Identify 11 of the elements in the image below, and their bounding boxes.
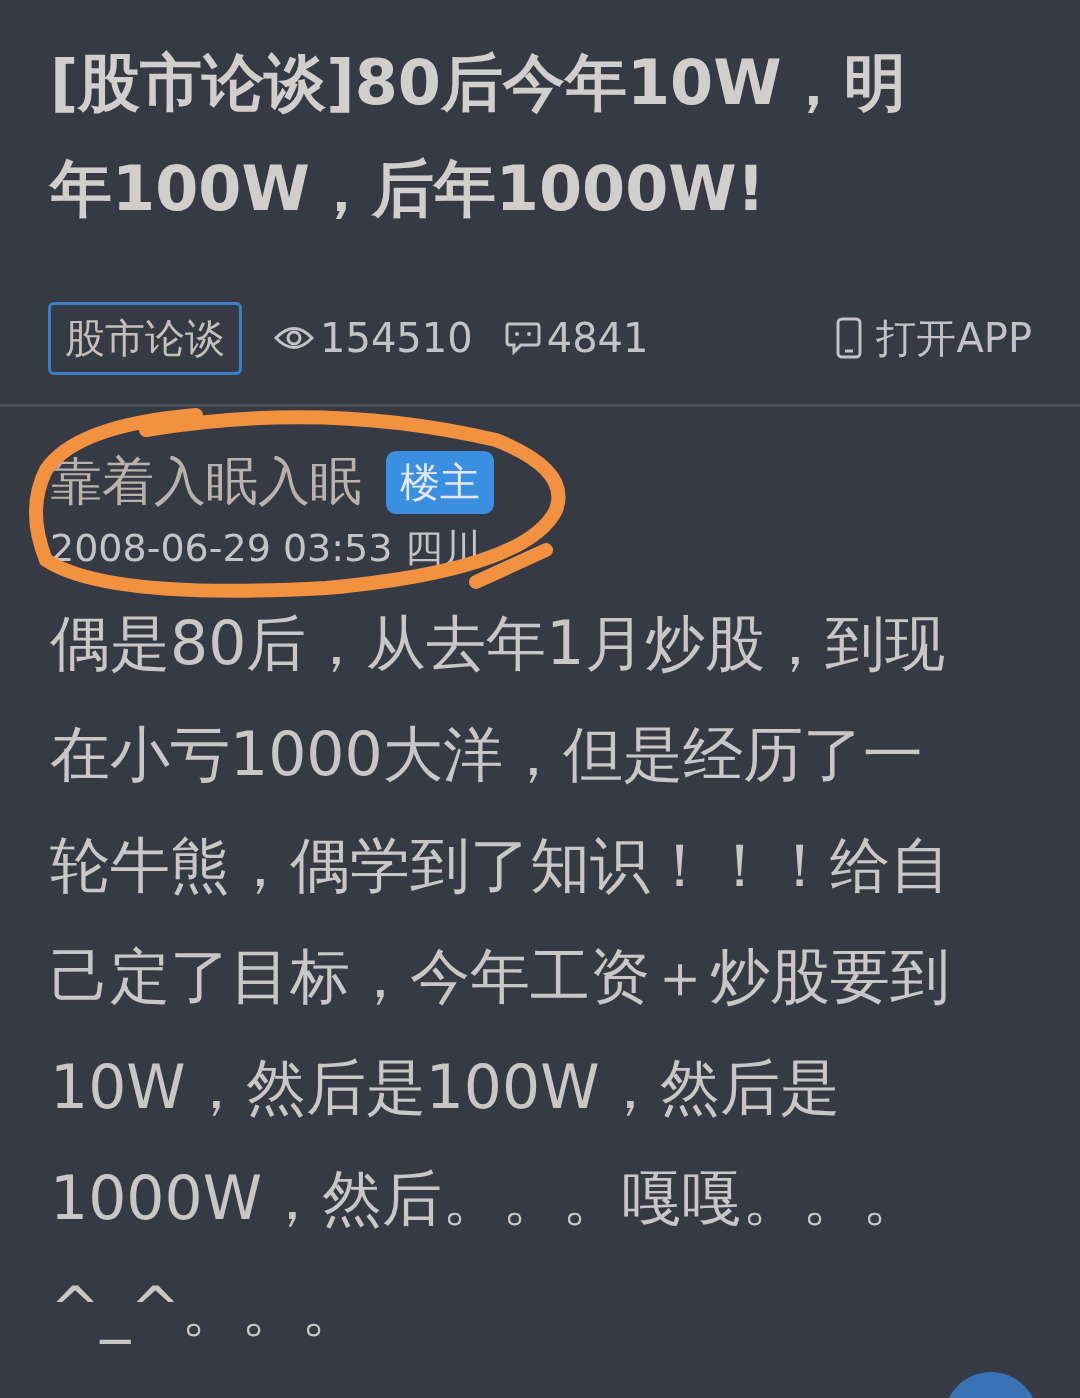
reply-count: 4841: [546, 315, 649, 361]
post-body: 偶是80后，从去年1月炒股，到现在小亏1000大洋，但是经历了一轮牛熊，偶学到了知识！！！给自己定了目标，今年工资＋炒股要到10W，然后是100W，然后是1000W，然后。。。嘎嘎。。。^_^。。。: [49, 607, 951, 1346]
eye-icon: [274, 325, 314, 351]
author-name[interactable]: 靠着入眠入眠: [50, 447, 362, 517]
op-badge: 楼主: [386, 450, 494, 514]
board-tag[interactable]: 股市论谈: [48, 301, 242, 375]
phone-icon: [836, 317, 863, 359]
chat-bubble-icon: [504, 321, 541, 355]
post-title: [股市论谈]80后今年10W，明年100W，后年1000W!: [48, 45, 907, 227]
view-count: 154510: [320, 315, 473, 361]
open-app-link[interactable]: 打开APP: [836, 310, 1032, 366]
